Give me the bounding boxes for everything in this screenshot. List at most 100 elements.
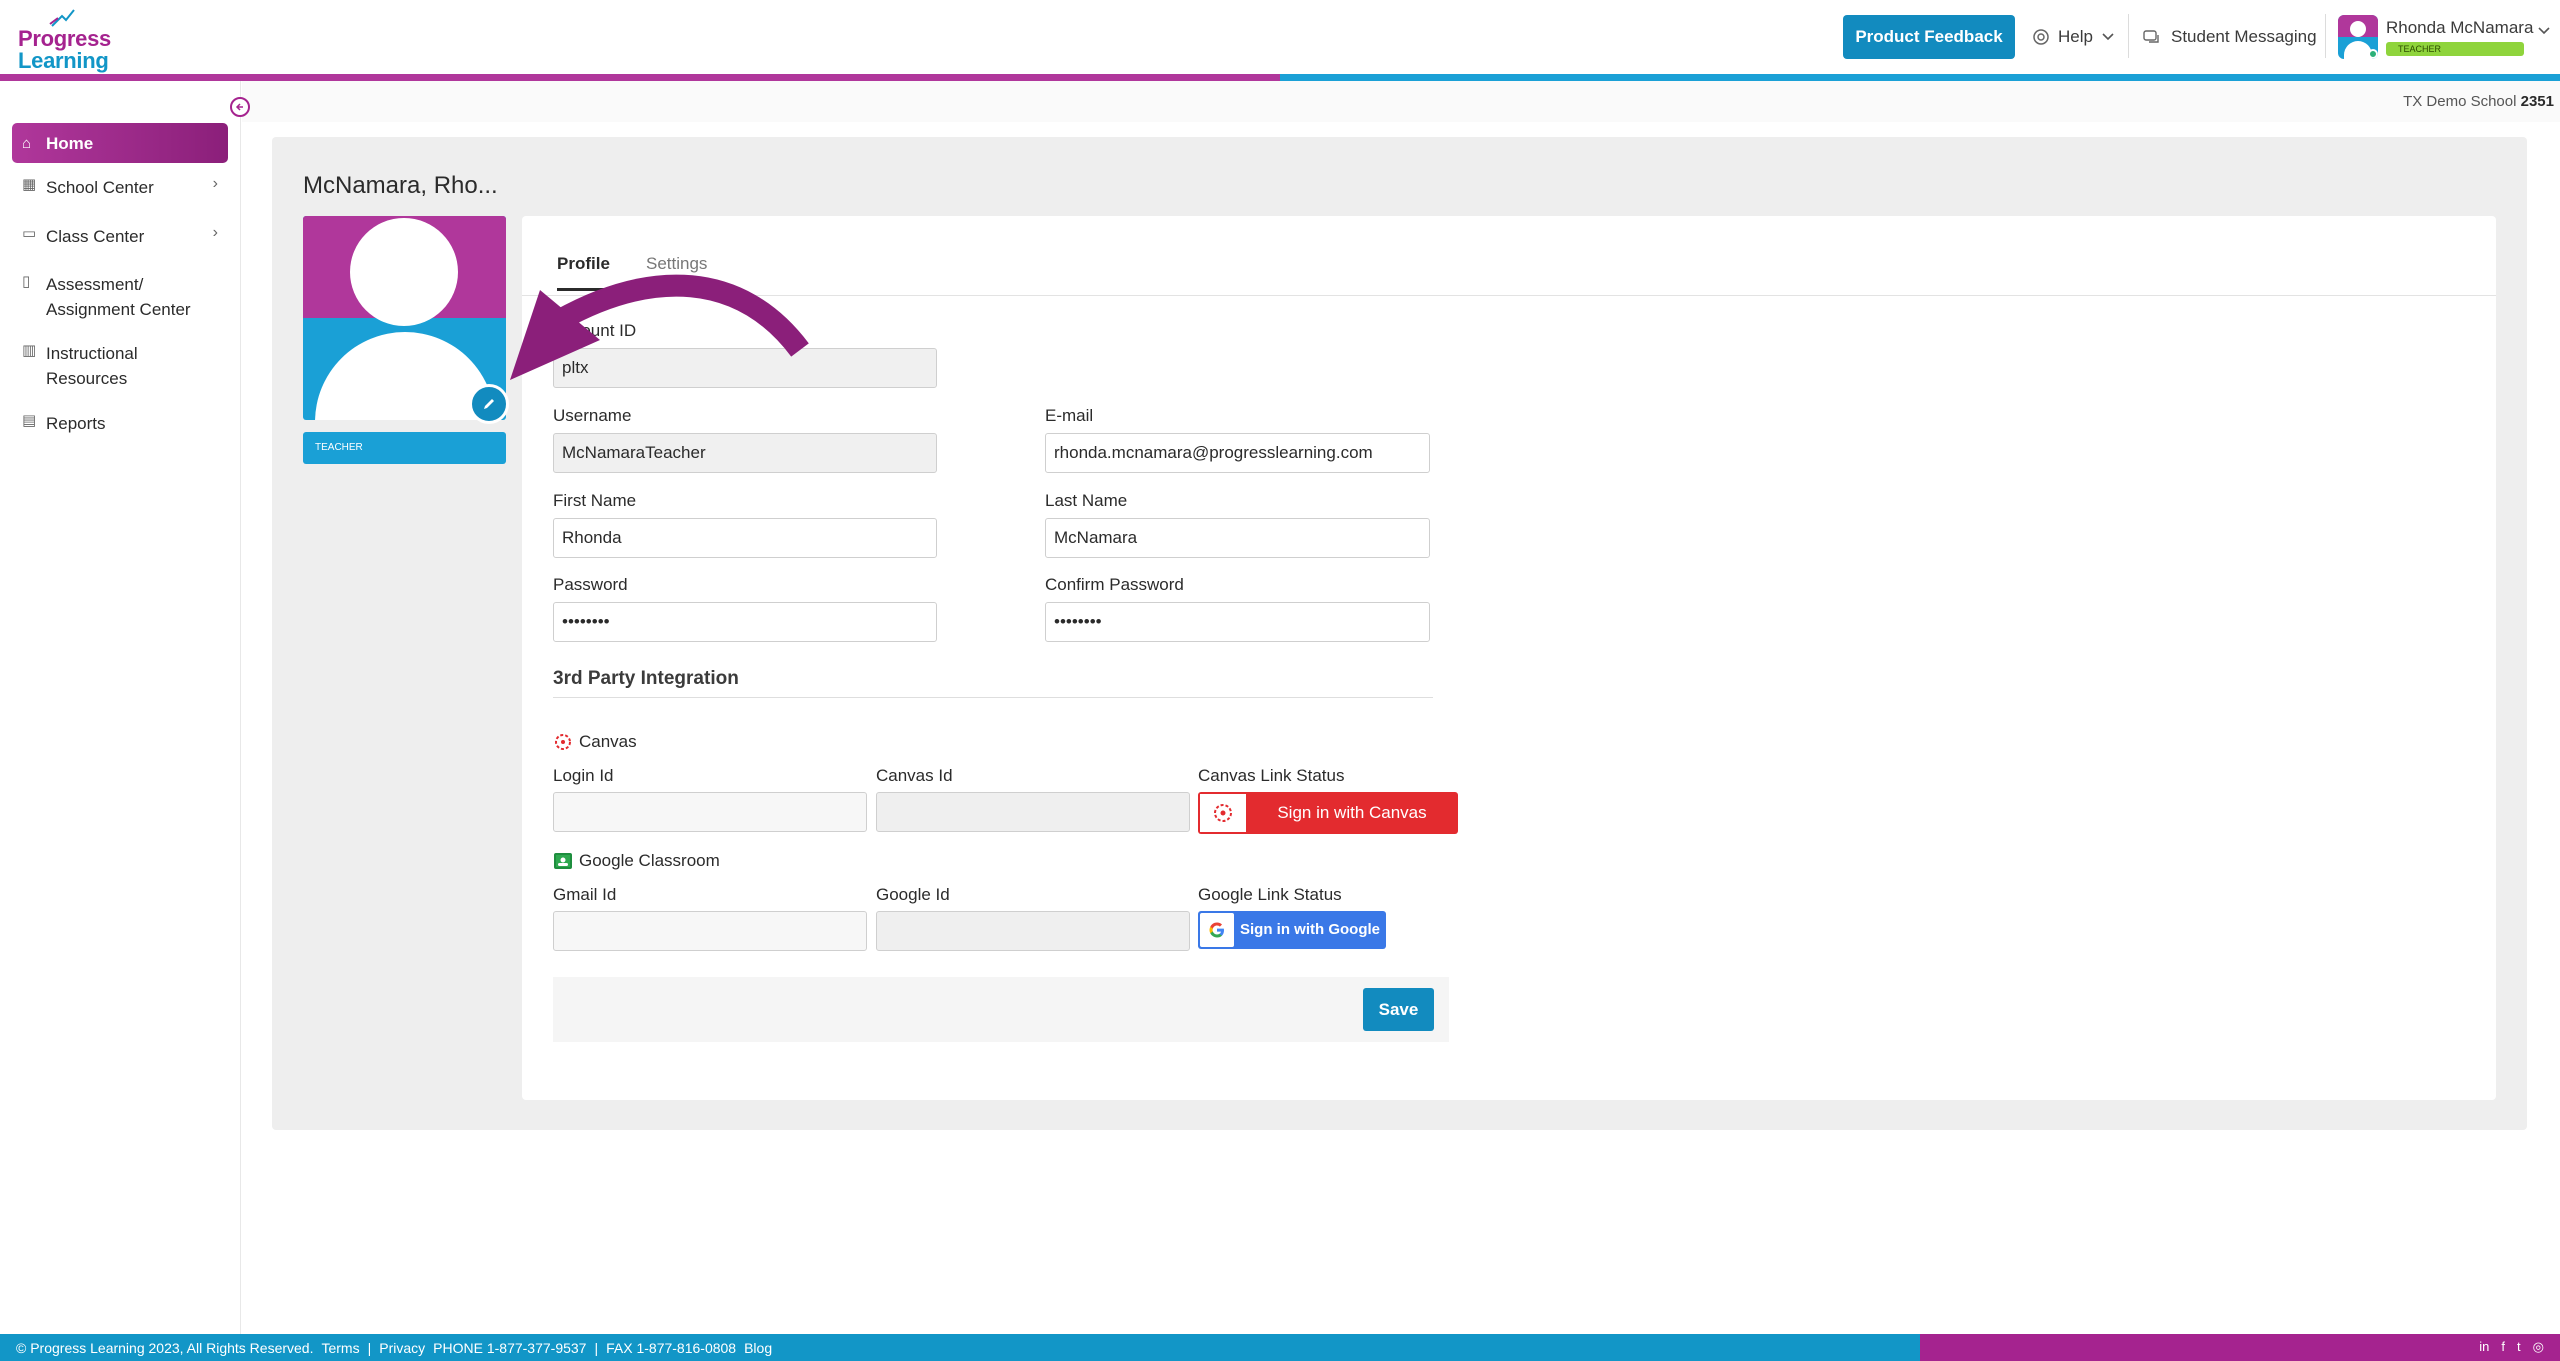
pencil-icon [484, 399, 494, 409]
google-logo-icon [1209, 922, 1224, 938]
report-icon: ▤ [22, 412, 37, 429]
logo-text-learning: Learning [18, 48, 109, 73]
sidebar-item-label: Reports [46, 414, 106, 433]
progress-learning-logo[interactable]: Progress Learning [18, 8, 111, 73]
canvas-login-field[interactable] [553, 792, 867, 832]
email-label: E-mail [1045, 406, 1094, 425]
gmail-id-label: Gmail Id [553, 885, 617, 904]
sign-in-google-label: Sign in with Google [1240, 921, 1380, 938]
email-field[interactable]: rhonda.mcnamara@progresslearning.com [1045, 433, 1430, 473]
last-name-label: Last Name [1045, 491, 1128, 510]
sidebar-item-label: School Center [46, 178, 154, 197]
footer-divider: | [594, 1340, 599, 1356]
help-menu[interactable]: Help [2032, 22, 2115, 52]
footer-accent [1920, 1334, 2560, 1361]
footer-fax: FAX 1-877-816-0808 [606, 1340, 737, 1356]
sidebar [0, 81, 241, 1334]
username-field[interactable]: McNamaraTeacher [553, 433, 937, 473]
twitter-icon[interactable]: t [2517, 1339, 2521, 1355]
instagram-icon[interactable]: ◎ [2533, 1339, 2544, 1355]
password-field[interactable]: •••••••• [553, 602, 937, 642]
avatar [2338, 15, 2378, 59]
top-header: Progress Learning Product Feedback Help … [0, 0, 2560, 74]
canvas-status-label: Canvas Link Status [1198, 766, 1345, 785]
sidebar-item-label: Class Center [46, 227, 145, 246]
class-icon: ▭ [22, 225, 37, 242]
section-divider [553, 697, 1433, 698]
book-icon: ▯ [22, 273, 31, 290]
student-messaging-link[interactable]: Student Messaging [2143, 22, 2317, 52]
annotation-arrow-icon [510, 274, 809, 380]
sidebar-item-label: Instructional Resources [46, 344, 138, 388]
page-title: McNamara, Rho... [303, 172, 498, 199]
sign-in-google-button[interactable]: Sign in with Google [1198, 911, 1386, 949]
school-bar: TX Demo School 2351 [242, 81, 2560, 122]
facebook-icon[interactable]: f [2501, 1339, 2505, 1355]
confirm-password-label: Confirm Password [1045, 575, 1184, 594]
password-label: Password [553, 575, 628, 594]
collapse-sidebar-button[interactable] [230, 97, 250, 117]
product-feedback-button[interactable]: Product Feedback [1843, 15, 2015, 59]
chat-icon [2143, 30, 2159, 43]
home-icon: ⌂ [22, 134, 32, 152]
google-id-field[interactable] [876, 911, 1190, 951]
school-icon: ▦ [22, 176, 37, 193]
linkedin-icon[interactable]: in [2479, 1339, 2489, 1355]
first-name-field[interactable]: Rhonda [553, 518, 937, 558]
last-name-field[interactable]: McNamara [1045, 518, 1430, 558]
sidebar-item-assessment-center[interactable]: ▯ Assessment/Assignment Center [12, 272, 228, 322]
first-name-label: First Name [553, 491, 637, 510]
lifebuoy-icon [2033, 29, 2049, 45]
sidebar-item-school-center[interactable]: ▦ School Center › [12, 175, 228, 200]
footer-phone: PHONE 1-877-377-9537 [433, 1340, 587, 1356]
save-button[interactable]: Save [1363, 988, 1434, 1031]
logo-sparkle-icon [49, 9, 75, 27]
chevron-right-icon: › [212, 224, 218, 241]
sidebar-item-home[interactable]: ⌂ Home [12, 123, 228, 163]
google-id-label: Google Id [876, 885, 950, 904]
google-status-label: Google Link Status [1198, 885, 1342, 904]
social-links: in f t ◎ [2479, 1339, 2544, 1355]
sign-in-canvas-button[interactable]: Sign in with Canvas [1198, 792, 1458, 834]
arrow-left-icon [235, 103, 243, 111]
sign-in-canvas-label: Sign in with Canvas [1277, 803, 1427, 822]
sidebar-item-reports[interactable]: ▤ Reports [12, 411, 228, 436]
user-role-badge: TEACHER [2386, 42, 2524, 56]
user-name: Rhonda McNamara [2386, 18, 2534, 37]
footer-blog-link[interactable]: Blog [744, 1340, 772, 1356]
footer-privacy-link[interactable]: Privacy [379, 1340, 425, 1356]
sidebar-item-label: Assessment/Assignment Center [46, 275, 191, 319]
footer-terms-link[interactable]: Terms [321, 1340, 359, 1356]
user-menu[interactable]: Rhonda McNamara TEACHER [2338, 12, 2551, 62]
gmail-id-field[interactable] [553, 911, 867, 951]
chevron-down-icon [2538, 27, 2550, 35]
footer-copyright: © Progress Learning 2023, All Rights Res… [16, 1340, 314, 1356]
canvas-logo-icon [555, 734, 571, 750]
google-name: Google Classroom [579, 851, 720, 870]
footer-divider: | [367, 1340, 372, 1356]
sidebar-item-class-center[interactable]: ▭ Class Center › [12, 224, 228, 249]
book-open-icon: ▥ [22, 342, 37, 359]
chevron-right-icon: › [212, 175, 218, 192]
canvas-name: Canvas [579, 732, 637, 751]
save-bar [553, 977, 1449, 1042]
role-tag: TEACHER [303, 432, 506, 464]
school-name: TX Demo School [2403, 93, 2517, 110]
canvas-id-field[interactable] [876, 792, 1190, 832]
online-status-dot [2368, 49, 2378, 59]
confirm-password-field[interactable]: •••••••• [1045, 602, 1430, 642]
canvas-login-label: Login Id [553, 766, 614, 785]
school-id: 2351 [2520, 93, 2554, 110]
sidebar-item-label: Home [46, 133, 94, 153]
sidebar-item-instructional-resources[interactable]: ▥ Instructional Resources [12, 341, 228, 391]
google-classroom-icon [554, 853, 572, 869]
canvas-provider: Canvas [553, 732, 637, 752]
header-divider [2325, 14, 2326, 58]
header-stripe [0, 74, 2560, 81]
canvas-id-label: Canvas Id [876, 766, 953, 785]
chevron-down-icon [2102, 33, 2114, 41]
google-provider: Google Classroom [553, 851, 720, 871]
integration-title: 3rd Party Integration [553, 668, 739, 689]
header-divider [2128, 14, 2129, 58]
footer: © Progress Learning 2023, All Rights Res… [0, 1334, 2560, 1361]
